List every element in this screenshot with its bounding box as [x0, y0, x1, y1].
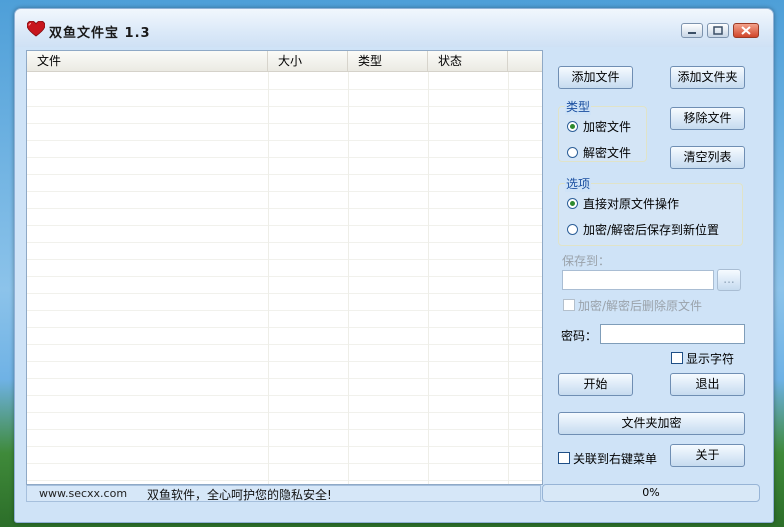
- file-list[interactable]: 文件 大小 类型 状态: [26, 50, 543, 485]
- radio-save-new-indicator[interactable]: [567, 224, 578, 235]
- grid-row-line: [27, 480, 542, 481]
- context-menu-checkbox[interactable]: [558, 452, 570, 464]
- password-label: 密码：: [561, 329, 598, 343]
- grid-column-line: [508, 72, 509, 484]
- grid-row-line: [27, 395, 542, 396]
- radio-decrypt-indicator[interactable]: [567, 147, 578, 158]
- grid-row-line: [27, 259, 542, 260]
- save-to-input[interactable]: [562, 270, 714, 290]
- status-slogan: 双鱼软件，全心呵护您的隐私安全!: [147, 488, 332, 502]
- close-button[interactable]: [733, 23, 759, 38]
- add-file-button[interactable]: 添加文件: [558, 66, 633, 89]
- options-group-title: 选项: [565, 175, 592, 192]
- grid-row-line: [27, 174, 542, 175]
- grid-row-line: [27, 123, 542, 124]
- browse-button[interactable]: ...: [717, 269, 741, 291]
- radio-encrypt-label: 加密文件: [583, 120, 632, 134]
- file-list-header: 文件 大小 类型 状态: [27, 51, 542, 72]
- grid-row-line: [27, 157, 542, 158]
- grid-row-line: [27, 208, 542, 209]
- add-folder-button[interactable]: 添加文件夹: [670, 66, 745, 89]
- radio-encrypt-indicator[interactable]: [567, 121, 578, 132]
- grid-row-line: [27, 361, 542, 362]
- maximize-icon: [713, 26, 723, 35]
- file-list-body[interactable]: [27, 72, 542, 484]
- radio-overwrite-label: 直接对原文件操作: [583, 197, 680, 211]
- context-menu-label: 关联到右键菜单: [573, 452, 658, 466]
- show-chars-label: 显示字符: [686, 352, 735, 366]
- app-window: 双鱼文件宝 1.3 文件 大小 类型 状态 www.secxx.com 双鱼软件…: [14, 8, 774, 523]
- delete-original-checkbox[interactable]: [563, 299, 575, 311]
- status-url: www.secxx.com: [39, 487, 128, 500]
- grid-row-line: [27, 276, 542, 277]
- heart-icon: [27, 21, 45, 37]
- start-button[interactable]: 开始: [558, 373, 633, 396]
- grid-row-line: [27, 225, 542, 226]
- minimize-button[interactable]: [681, 23, 703, 38]
- status-bar: www.secxx.com 双鱼软件，全心呵护您的隐私安全!: [26, 485, 541, 502]
- grid-row-line: [27, 327, 542, 328]
- minimize-icon: [688, 32, 696, 34]
- grid-row-line: [27, 242, 542, 243]
- radio-decrypt-label: 解密文件: [583, 146, 632, 160]
- grid-row-line: [27, 429, 542, 430]
- radio-overwrite-indicator[interactable]: [567, 198, 578, 209]
- type-group-title: 类型: [565, 98, 592, 115]
- grid-row-line: [27, 191, 542, 192]
- save-to-label: 保存到：: [562, 254, 611, 268]
- maximize-button[interactable]: [707, 23, 729, 38]
- show-chars-checkbox[interactable]: [671, 352, 683, 364]
- grid-row-line: [27, 293, 542, 294]
- close-icon: [741, 26, 751, 35]
- options-group: 选项 直接对原文件操作 加密/解密后保存到新位置: [558, 175, 743, 246]
- remove-file-button[interactable]: 移除文件: [670, 107, 745, 130]
- folder-encrypt-button[interactable]: 文件夹加密: [558, 412, 745, 435]
- grid-row-line: [27, 344, 542, 345]
- grid-row-line: [27, 310, 542, 311]
- grid-column-line: [268, 72, 269, 484]
- title-bar[interactable]: 双鱼文件宝 1.3: [15, 9, 773, 47]
- column-header-file[interactable]: 文件: [27, 51, 268, 71]
- grid-row-line: [27, 140, 542, 141]
- radio-save-new-label: 加密/解密后保存到新位置: [583, 223, 720, 237]
- exit-button[interactable]: 退出: [670, 373, 745, 396]
- progress-text: 0%: [642, 486, 660, 499]
- column-header-type[interactable]: 类型: [348, 51, 428, 71]
- delete-original-label: 加密/解密后删除原文件: [578, 299, 703, 313]
- grid-row-line: [27, 446, 542, 447]
- progress-bar: 0%: [542, 484, 760, 502]
- column-header-size[interactable]: 大小: [268, 51, 348, 71]
- window-title: 双鱼文件宝 1.3: [49, 26, 151, 41]
- clear-list-button[interactable]: 清空列表: [670, 146, 745, 169]
- grid-row-line: [27, 463, 542, 464]
- grid-column-line: [428, 72, 429, 484]
- column-header-status[interactable]: 状态: [428, 51, 508, 71]
- password-input[interactable]: [600, 324, 745, 344]
- grid-row-line: [27, 106, 542, 107]
- grid-row-line: [27, 89, 542, 90]
- grid-row-line: [27, 412, 542, 413]
- grid-column-line: [348, 72, 349, 484]
- type-group: 类型 加密文件 解密文件: [558, 98, 647, 162]
- grid-row-line: [27, 378, 542, 379]
- about-button[interactable]: 关于: [670, 444, 745, 467]
